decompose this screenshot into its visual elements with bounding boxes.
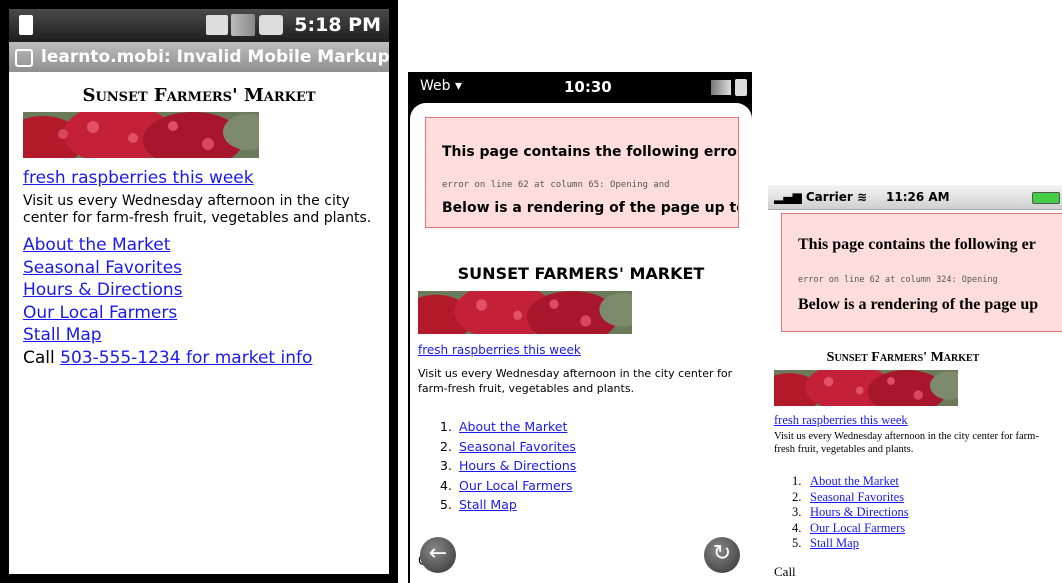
market-description: Visit us every Wednesday afternoon in th… [23,193,372,226]
signal-strength-icon: ▂▄▆ [774,190,802,204]
nav-seasonal-link[interactable]: Seasonal Favorites [810,490,904,504]
nav-seasonal-link[interactable]: Seasonal Favorites [23,258,182,278]
signal-strength-icon [711,80,731,95]
sd-card-icon [19,15,33,35]
site-heading: SUNSET FARMERS' MARKET [457,264,705,283]
nav-stall-map-link[interactable]: Stall Map [23,325,102,345]
battery-icon [735,79,747,96]
globe-icon [15,49,33,67]
list-item: 5. Stall Map [440,497,517,512]
list-item: 2. Seasonal Favorites [440,438,576,454]
status-time: 5:18 PM [294,14,381,36]
nav-farmers-link[interactable]: Our Local Farmers [810,521,905,535]
error-rendering-note: Below is a rendering of the page up to t… [442,200,738,216]
app-menu-label[interactable]: Web ▾ [420,78,462,94]
iphone-status-bar: ▂▄▆ Carrier ≋ 11:26 AM [768,185,1062,210]
iphone-screenshot: ▂▄▆ Carrier ≋ 11:26 AM This page contain… [768,185,1062,583]
nav-ordered-list: 1. About the Market 2. Seasonal Favorites … [792,474,909,552]
call-label: Call [774,564,796,579]
error-message: error on line 62 at column 324: Opening [798,275,998,285]
back-arrow-icon[interactable]: ← [420,537,456,573]
reload-icon[interactable]: ↻ [704,537,740,573]
market-description: Visit us every Wednesday afternoon in th… [418,367,733,395]
site-heading: Sunset Farmers' Market [82,85,316,106]
error-rendering-note: Below is a rendering of the page up [798,296,1039,313]
webos-status-bar: Web ▾ 10:30 [408,72,752,103]
page-title: learnto.mobi: Invalid Mobile Markup [41,47,390,67]
feature-link[interactable]: fresh raspberries this week [418,343,581,357]
raspberries-image [774,370,958,406]
nav-farmers-link[interactable]: Our Local Farmers [459,478,572,493]
nav-ordered-list: 1. About the Market 2. Seasonal Favorites … [440,417,576,515]
carrier-label: ▂▄▆ Carrier ≋ [774,190,868,204]
signal-strength-icon [231,14,255,36]
feature-link[interactable]: fresh raspberries this week [23,168,254,188]
xml-error-box: This page contains the following errors:… [425,117,739,228]
battery-icon [1032,192,1060,204]
list-item: 4. Our Local Farmers [792,520,906,535]
list-item: 1. About the Market [792,474,899,488]
nav-stall-map-link[interactable]: Stall Map [459,497,517,512]
nav-about-link[interactable]: About the Market [459,419,567,434]
nav-hours-link[interactable]: Hours & Directions [23,280,183,300]
error-heading: This page contains the following errors: [442,144,739,160]
3g-icon [206,15,228,35]
feature-link[interactable]: fresh raspberries this week [774,413,908,428]
webos-phone-screenshot: Web ▾ 10:30 This page contains the follo… [408,72,752,583]
raspberries-image [23,112,259,158]
error-message: error on line 62 at column 65: Opening a… [442,180,670,190]
call-phone-link[interactable]: 503-555-1234 for market info [60,348,312,368]
nav-about-link[interactable]: About the Market [810,474,899,488]
nav-hours-link[interactable]: Hours & Directions [810,505,909,519]
list-item: 2. Seasonal Favorites [792,489,905,504]
nav-links: About the Market Seasonal Favorites Hour… [23,234,312,369]
nav-about-link[interactable]: About the Market [23,235,170,255]
nav-stall-map-link[interactable]: Stall Map [810,536,859,550]
nav-hours-link[interactable]: Hours & Directions [459,458,576,473]
android-page-content: Sunset Farmers' Market fresh raspberries… [9,72,389,574]
android-status-bar: 5:18 PM [9,9,389,42]
nav-seasonal-link[interactable]: Seasonal Favorites [459,439,576,454]
battery-icon [259,15,283,35]
list-item: 3. Hours & Directions [440,458,577,473]
android-phone-screenshot: 5:18 PM learnto.mobi: Invalid Mobile Mar… [0,0,398,583]
list-item: 1. About the Market [440,419,568,434]
chevron-down-icon: ▾ [454,78,463,94]
site-heading: Sunset Farmers' Market [826,350,980,365]
list-item: 5. Stall Map [792,536,859,550]
market-description: Visit us every Wednesday afternoon in th… [774,431,1039,455]
list-item: 4. Our Local Farmers [440,477,573,493]
browser-title-bar: learnto.mobi: Invalid Mobile Markup [9,42,390,72]
call-label: Call [23,347,55,368]
raspberries-image [418,291,632,334]
status-time: 11:26 AM [886,190,950,204]
status-time: 10:30 [564,78,612,96]
xml-error-box: This page contains the following er erro… [781,213,1062,332]
list-item: 3. Hours & Directions [792,505,909,519]
wifi-icon: ≋ [856,190,868,204]
error-heading: This page contains the following er [798,236,1036,253]
nav-farmers-link[interactable]: Our Local Farmers [23,303,177,323]
webos-page-content: This page contains the following errors:… [410,103,752,583]
